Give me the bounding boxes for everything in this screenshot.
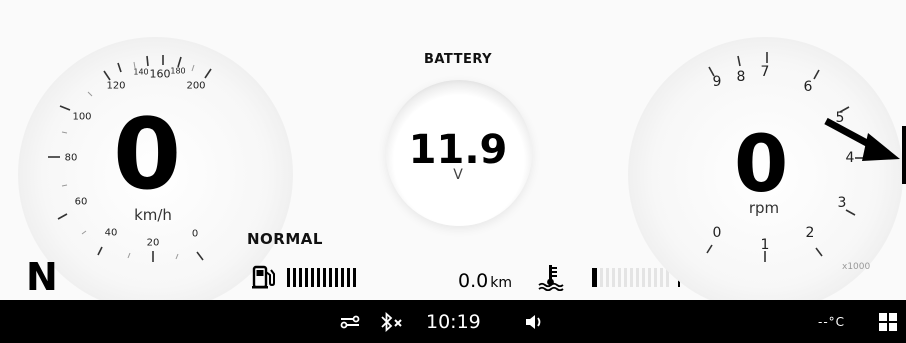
- battery-unit: V: [453, 167, 463, 183]
- speed-tick-label: 100: [72, 111, 92, 123]
- trip-value: 0.0: [458, 270, 489, 292]
- speed-tick-label: 200: [186, 80, 206, 92]
- rpm-tick-label: 8: [736, 69, 746, 85]
- clock: 10:19: [426, 310, 481, 333]
- menu-grid-icon[interactable]: [878, 300, 898, 343]
- side-panel-handle[interactable]: [902, 126, 906, 184]
- speed-tick-label: 120: [106, 80, 126, 92]
- arrow-annotation-icon: [824, 117, 900, 161]
- speed-tick-label: 0: [191, 228, 199, 240]
- rpm-tick-label: 9: [712, 74, 722, 90]
- instrument-cluster: 0 20 40 60 80 100 120 140 160 180 200 0 …: [0, 0, 906, 343]
- ride-mode-label: NORMAL: [247, 230, 323, 248]
- speed-tick-label: 40: [104, 227, 118, 239]
- rpm-value: 0: [734, 120, 789, 210]
- rpm-tick-label: 2: [805, 225, 815, 241]
- rpm-tick-label: 7: [760, 64, 770, 80]
- coolant-temperature-icon: [538, 265, 564, 291]
- speed-tick-label: 60: [74, 196, 88, 208]
- fuel-level-bar: [287, 268, 356, 287]
- speed-tick-label: 140: [133, 67, 149, 77]
- battery-title: BATTERY: [423, 52, 493, 67]
- speed-tick-label: 20: [146, 237, 160, 249]
- volume-icon[interactable]: [524, 300, 544, 343]
- trip-distance: 0.0 km: [458, 270, 512, 292]
- status-bar: 10:19 --°C: [0, 300, 906, 343]
- speed-tick-label: 80: [64, 152, 78, 164]
- bluetooth-disconnected-icon[interactable]: [379, 300, 405, 343]
- rpm-scale-label: x1000: [842, 262, 871, 272]
- rpm-tick-label: 0: [712, 225, 722, 241]
- connection-icon[interactable]: [339, 300, 361, 343]
- rpm-tick-label: 1: [760, 237, 770, 253]
- rpm-tick-label: 6: [803, 79, 813, 95]
- rpm-tick-label: 3: [837, 195, 847, 211]
- fuel-pump-icon: [252, 265, 275, 289]
- outside-temperature: --°C: [818, 314, 846, 329]
- speed-tick-label: 180: [170, 66, 186, 76]
- speed-tick-label: 160: [149, 67, 171, 81]
- trip-unit: km: [490, 275, 512, 291]
- speed-value: 0: [113, 98, 181, 212]
- gear-indicator: N: [26, 255, 58, 299]
- speed-unit: km/h: [134, 206, 172, 224]
- rpm-unit: rpm: [748, 199, 780, 217]
